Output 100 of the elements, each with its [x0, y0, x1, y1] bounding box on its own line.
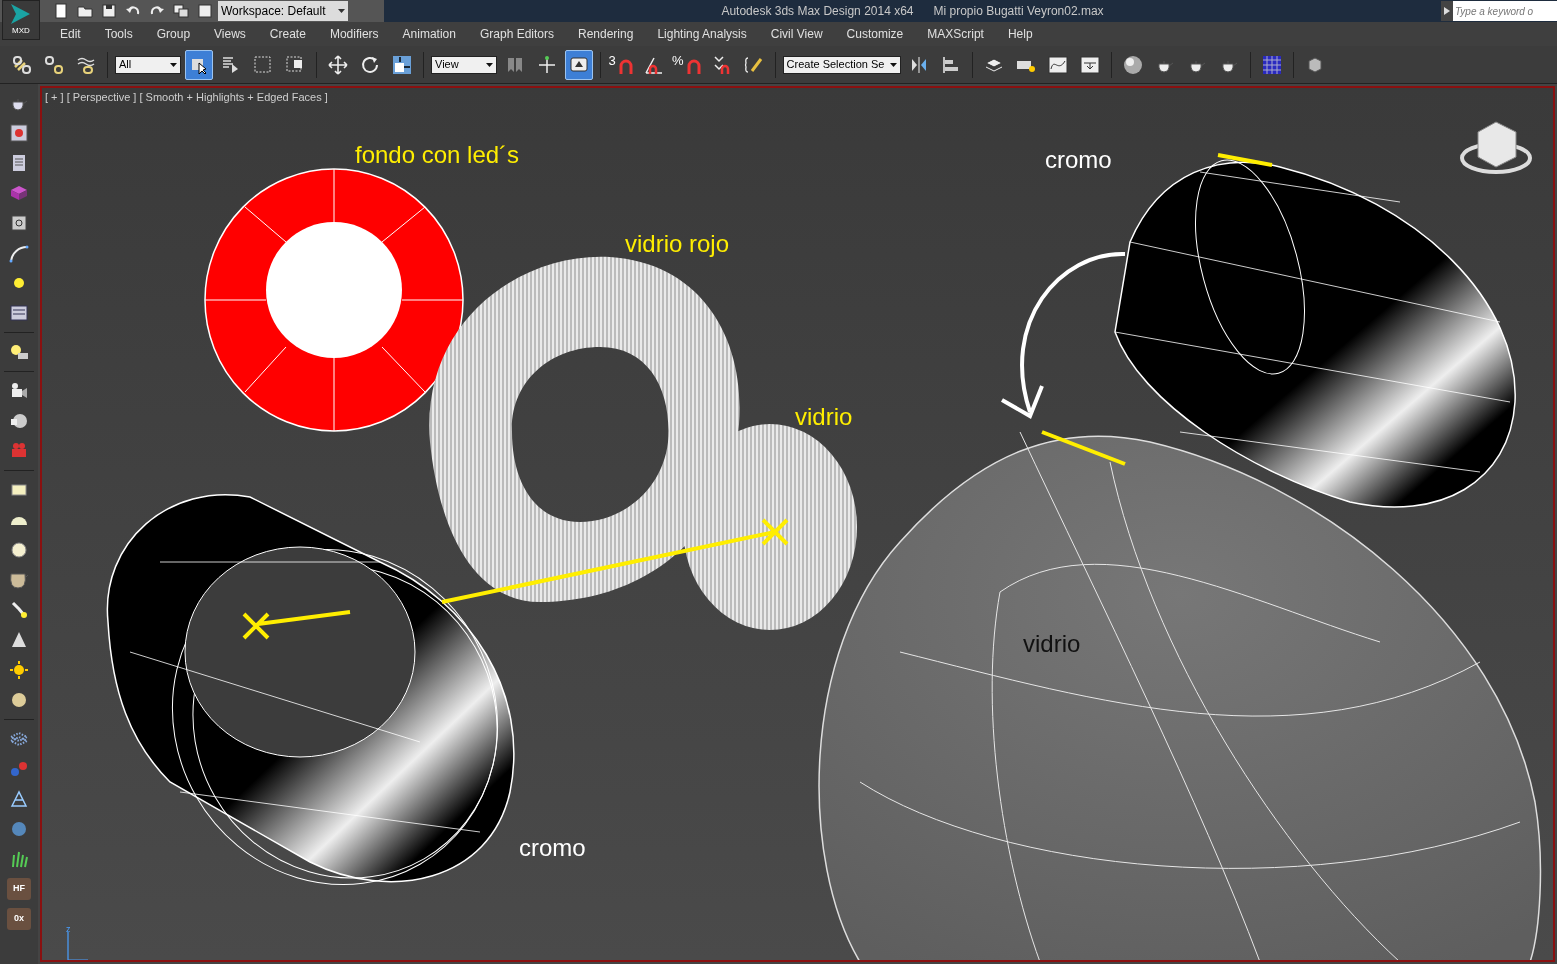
- camera-icon: [9, 381, 29, 401]
- disc-light-icon: [9, 540, 29, 560]
- application-button[interactable]: MXD: [2, 0, 40, 40]
- cone-icon: [9, 630, 29, 650]
- crosshair-icon: [537, 54, 557, 75]
- keyboard-key-button[interactable]: [565, 49, 593, 80]
- disc-light-button[interactable]: [8, 539, 30, 561]
- hair-button[interactable]: HF: [7, 878, 31, 900]
- menu-item[interactable]: Animation: [390, 23, 468, 45]
- menu-item[interactable]: Rendering: [566, 23, 646, 45]
- dropdown-value: View: [435, 57, 459, 73]
- caret-icon: [338, 9, 345, 13]
- windows-button[interactable]: [172, 2, 190, 20]
- annotation-label: cromo: [519, 834, 586, 861]
- menu-item[interactable]: Graph Editors: [467, 23, 566, 45]
- menu-item[interactable]: Group: [144, 23, 203, 45]
- axis-gizmo-icon: [67, 931, 89, 960]
- windows-icon: [173, 3, 189, 19]
- marker-line: [1217, 153, 1273, 167]
- dropdown[interactable]: View: [431, 55, 497, 74]
- snap-label: %: [672, 53, 684, 67]
- dropdown[interactable]: Create Selection Se: [782, 55, 901, 74]
- save-button[interactable]: [100, 2, 118, 20]
- annotation-label: vidrio: [1023, 630, 1081, 657]
- menu-item[interactable]: Create: [257, 23, 318, 45]
- snap-label: 3: [608, 53, 616, 67]
- annotation-label: cromo: [1045, 146, 1112, 173]
- search-field[interactable]: Type a keyword o: [1453, 1, 1557, 21]
- window-panel-icon: [9, 303, 29, 323]
- save-icon: [101, 3, 117, 19]
- broken-link-icon: [44, 54, 64, 75]
- app-button-label: MXD: [12, 27, 30, 35]
- annotation-label: fondo con led´s: [355, 141, 520, 168]
- grass-icon: [9, 849, 29, 869]
- pencil-icon: [743, 54, 764, 75]
- align-icon: [940, 54, 961, 75]
- folder-icon: [77, 3, 93, 19]
- arc-icon: [9, 243, 29, 263]
- rotate-icon: [360, 54, 380, 75]
- menu-item[interactable]: Civil View: [758, 23, 835, 45]
- new-file-button[interactable]: [52, 2, 70, 20]
- dot-grid-icon: [9, 729, 29, 749]
- tower-button[interactable]: [8, 788, 30, 810]
- dropdown[interactable]: All: [115, 55, 181, 74]
- menu-item[interactable]: Modifiers: [317, 23, 391, 45]
- annotation-label: vidrio rojo: [625, 230, 730, 257]
- schematic-icon: [1079, 54, 1100, 75]
- sphere-camera-icon: [9, 411, 29, 431]
- menu-item[interactable]: Views: [202, 23, 258, 45]
- caret-icon: [486, 62, 493, 67]
- file-name: Mi propio Bugatti Veyron02.max: [933, 3, 1104, 20]
- menu-item[interactable]: Help: [995, 23, 1045, 45]
- workspace-dropdown[interactable]: Workspace: Default: [218, 1, 348, 21]
- map-button[interactable]: 0x: [7, 908, 31, 930]
- sphere-icon: [9, 690, 29, 710]
- annotation-label: vidrio: [795, 403, 853, 430]
- keyboard-key-icon: [569, 54, 589, 75]
- window-button[interactable]: [196, 2, 214, 20]
- menu-item[interactable]: Lighting Analysis: [645, 23, 759, 45]
- magnet-button[interactable]: %: [672, 49, 704, 80]
- viewport-label[interactable]: [ + ] [ Perspective ] [ Smooth + Highlights + Edged Faces ]: [45, 89, 328, 106]
- sun-button[interactable]: [8, 659, 30, 681]
- cursor-cube-button[interactable]: [185, 49, 213, 80]
- picture-button[interactable]: [8, 122, 30, 144]
- menu-item[interactable]: Tools: [92, 23, 145, 45]
- scale-icon: [392, 54, 412, 75]
- spinner-magnet-icon: [711, 54, 732, 75]
- teapot-light-icon: [9, 570, 29, 590]
- caret-icon: [170, 62, 177, 67]
- tower-icon: [9, 789, 29, 809]
- menu-item[interactable]: Edit: [48, 23, 93, 45]
- grid-icon: [1261, 54, 1282, 75]
- move-icon: [328, 54, 348, 75]
- window-panel-button[interactable]: [8, 302, 30, 324]
- dashed-rectangle-icon: [253, 54, 273, 75]
- link-icon: [12, 54, 32, 75]
- new-file-icon: [53, 3, 69, 19]
- box-icon: [9, 183, 29, 203]
- app-title: Autodesk 3ds Max Design 2014 x64: [721, 3, 914, 20]
- square-target-icon: [9, 213, 29, 233]
- arrow-right-icon: [1444, 7, 1450, 15]
- menu-item[interactable]: Customize: [834, 23, 916, 45]
- viewport[interactable]: [ + ] [ Perspective ] [ Smooth + Highlights + Edged Faces ] z fondo con led´s vidrio rojo vidrio cromo vidrio cromo: [40, 86, 1555, 962]
- dropdown-value: Create Selection Se: [786, 57, 885, 73]
- sphere-icon: [1122, 54, 1143, 75]
- spotlight-icon: [9, 600, 29, 620]
- dashed-cube-icon: [285, 54, 305, 75]
- curve-graph-icon: [1047, 54, 1068, 75]
- caret-icon: [889, 62, 897, 67]
- sun-icon: [9, 660, 29, 680]
- expand-arrow-button[interactable]: [1441, 1, 1453, 21]
- magnet-button[interactable]: 3: [608, 49, 636, 80]
- dropdown-value: All: [119, 57, 132, 73]
- window-icon: [197, 3, 213, 19]
- viewcube-icon: [1460, 121, 1532, 174]
- picture-icon: [9, 123, 29, 143]
- menu-item[interactable]: MAXScript: [915, 23, 996, 45]
- axis-label: z: [66, 924, 71, 934]
- blob-icon: [9, 819, 29, 839]
- bulb-icon: [9, 342, 29, 362]
